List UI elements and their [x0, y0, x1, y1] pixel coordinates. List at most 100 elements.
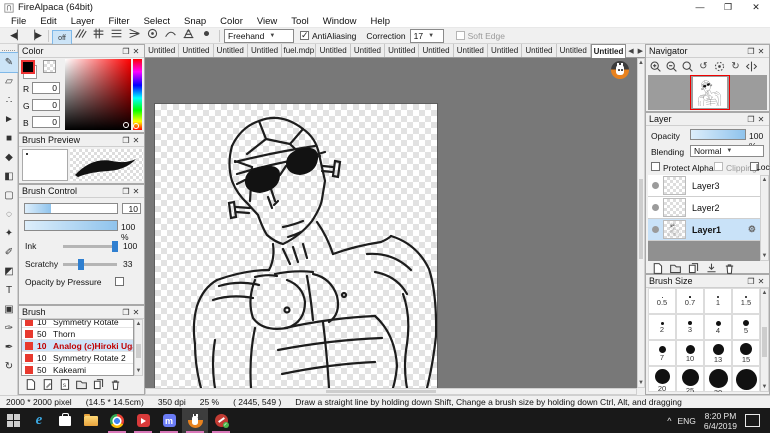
folder-icon[interactable] — [74, 378, 89, 391]
snap-parallel-icon[interactable] — [71, 26, 89, 40]
undo-step-icon[interactable]: ◀▏ — [8, 29, 26, 43]
menu-item-help[interactable]: Help — [364, 15, 398, 28]
float-panel-icon[interactable]: ❐ — [121, 187, 131, 196]
brush-list-item[interactable]: 10Symmetry Rotate 2 — [22, 352, 133, 364]
brush-size-cell[interactable]: 30 — [704, 366, 732, 392]
correction-dropdown[interactable]: 17▼ — [410, 29, 444, 43]
saturation-value-picker[interactable] — [65, 59, 131, 130]
float-panel-icon[interactable]: ❐ — [121, 136, 131, 145]
b-input[interactable]: 0 — [32, 116, 60, 128]
snap-off-icon[interactable]: off — [53, 31, 71, 45]
float-panel-icon[interactable]: ❐ — [121, 308, 131, 317]
close-panel-icon[interactable]: ✕ — [756, 115, 766, 124]
chrome-icon[interactable] — [104, 408, 130, 433]
scratchy-slider[interactable] — [63, 263, 117, 266]
layer-settings-gear-icon[interactable]: ⚙ — [748, 224, 756, 235]
ink-slider[interactable] — [63, 245, 117, 248]
gradient-tool[interactable]: ◧ — [0, 167, 18, 186]
edge-icon[interactable]: e — [26, 408, 52, 433]
layer-visibility-toggle[interactable] — [652, 182, 659, 189]
fill-tool[interactable]: ■ — [0, 129, 18, 148]
menu-item-view[interactable]: View — [250, 15, 284, 28]
document-tab[interactable]: fuel.mdp — [282, 44, 316, 57]
float-panel-icon[interactable]: ❐ — [746, 47, 756, 56]
document-tab[interactable]: Untitled — [316, 44, 350, 57]
edit-brush-icon[interactable] — [40, 378, 55, 391]
brush-size-cell[interactable]: 4 — [704, 314, 732, 340]
snap-point-icon[interactable] — [197, 26, 215, 40]
blur-tool[interactable]: ∴ — [0, 91, 18, 110]
select-pen-tool[interactable]: ✐ — [0, 243, 18, 262]
brush-size-cell[interactable]: 13 — [704, 340, 732, 366]
snap-radial-icon[interactable] — [143, 26, 161, 40]
zoom-in-icon[interactable] — [648, 59, 663, 73]
action-center-icon[interactable] — [745, 414, 760, 427]
bucket-tool[interactable]: ◆ — [0, 148, 18, 167]
script-brush-icon[interactable]: s — [57, 378, 72, 391]
layer-list-scrollbar[interactable]: ▲▼ — [760, 175, 769, 261]
rotate-right-icon[interactable]: ↻ — [728, 59, 743, 73]
clock[interactable]: 8:20 PM6/4/2019 — [696, 411, 745, 431]
magic-wand-tool[interactable]: ✦ — [0, 224, 18, 243]
blending-dropdown[interactable]: Normal▼ — [690, 145, 764, 157]
document-tab[interactable]: Untitled — [385, 44, 419, 57]
brush-list-item[interactable]: 50Kakeami — [22, 364, 133, 376]
tab-scroll-right-icon[interactable]: ▶ — [636, 47, 645, 55]
brush-list-item[interactable]: 10Symmetry Rotate — [22, 319, 133, 328]
snap-cross-icon[interactable] — [89, 26, 107, 40]
clipping-checkbox[interactable] — [714, 162, 723, 171]
firealpaca-icon[interactable] — [182, 408, 208, 433]
antialiasing-checkbox[interactable] — [300, 31, 309, 40]
text-tool[interactable]: T — [0, 281, 18, 300]
brush-opacity-slider[interactable] — [24, 220, 118, 231]
move-tool[interactable]: ► — [0, 110, 18, 129]
snap-vanishing-icon[interactable] — [125, 26, 143, 40]
close-panel-icon[interactable]: ✕ — [131, 47, 141, 56]
document-tab[interactable]: Untitled — [419, 44, 453, 57]
g-input[interactable]: 0 — [32, 99, 60, 111]
document-tab[interactable]: Untitled — [591, 44, 626, 59]
close-panel-icon[interactable]: ✕ — [131, 187, 141, 196]
antivirus-app-icon[interactable]: ✓ — [208, 408, 234, 433]
curve-tool[interactable]: ✑ — [0, 319, 18, 338]
brush-list-item[interactable]: 10Analog (c)Hiroki Ugawa — [22, 340, 133, 352]
menu-item-color[interactable]: Color — [213, 15, 250, 28]
canvas-viewport[interactable] — [145, 58, 637, 388]
alpaca-mascot-icon[interactable] — [611, 61, 629, 79]
brush-size-cell[interactable]: 1.5 — [732, 288, 760, 314]
brush-size-cell[interactable]: 7 — [648, 340, 676, 366]
brush-size-cell[interactable]: 0.5 — [648, 288, 676, 314]
brush-list-scrollbar[interactable]: ▲▼ — [134, 319, 143, 376]
menu-item-file[interactable]: File — [4, 15, 33, 28]
brush-size-cell[interactable]: 20 — [648, 366, 676, 392]
snap-curve-icon[interactable] — [161, 26, 179, 40]
close-panel-icon[interactable]: ✕ — [756, 277, 766, 286]
r-input[interactable]: 0 — [32, 82, 60, 94]
pen-mode-dropdown[interactable]: Freehand▼ — [224, 29, 294, 43]
float-panel-icon[interactable]: ❐ — [746, 277, 756, 286]
eraser-tool[interactable]: ▱ — [0, 72, 18, 91]
brush-size-cell[interactable]: 5 — [732, 314, 760, 340]
layer-opacity-slider[interactable] — [690, 129, 746, 140]
brush-tool[interactable]: ✎ — [0, 53, 18, 72]
tab-scroll-left-icon[interactable]: ◀ — [626, 47, 635, 55]
media-app-icon[interactable] — [130, 408, 156, 433]
close-panel-icon[interactable]: ✕ — [756, 47, 766, 56]
language-indicator[interactable]: ENG — [677, 416, 695, 426]
document-tab[interactable]: Untitled — [454, 44, 488, 57]
select-rect-tool[interactable]: ▢ — [0, 186, 18, 205]
float-panel-icon[interactable]: ❐ — [746, 115, 756, 124]
layer-row[interactable]: Layer2 — [648, 197, 760, 219]
protect-alpha-checkbox[interactable] — [651, 162, 660, 171]
canvas-vertical-scrollbar[interactable]: ▲▼ — [637, 58, 645, 388]
lasso-tool[interactable]: ◌ — [0, 205, 18, 224]
canvas-horizontal-scrollbar[interactable] — [145, 388, 637, 395]
brush-size-cell[interactable]: 15 — [732, 340, 760, 366]
document-tab[interactable]: Untitled — [145, 44, 179, 57]
restore-button[interactable]: ❐ — [714, 0, 742, 15]
pressure-checkbox[interactable] — [115, 277, 124, 286]
snap-horizontal-icon[interactable] — [107, 26, 125, 40]
hue-slider[interactable] — [133, 59, 142, 130]
document-tab[interactable]: Untitled — [351, 44, 385, 57]
transparent-color-swatch[interactable] — [43, 60, 56, 73]
